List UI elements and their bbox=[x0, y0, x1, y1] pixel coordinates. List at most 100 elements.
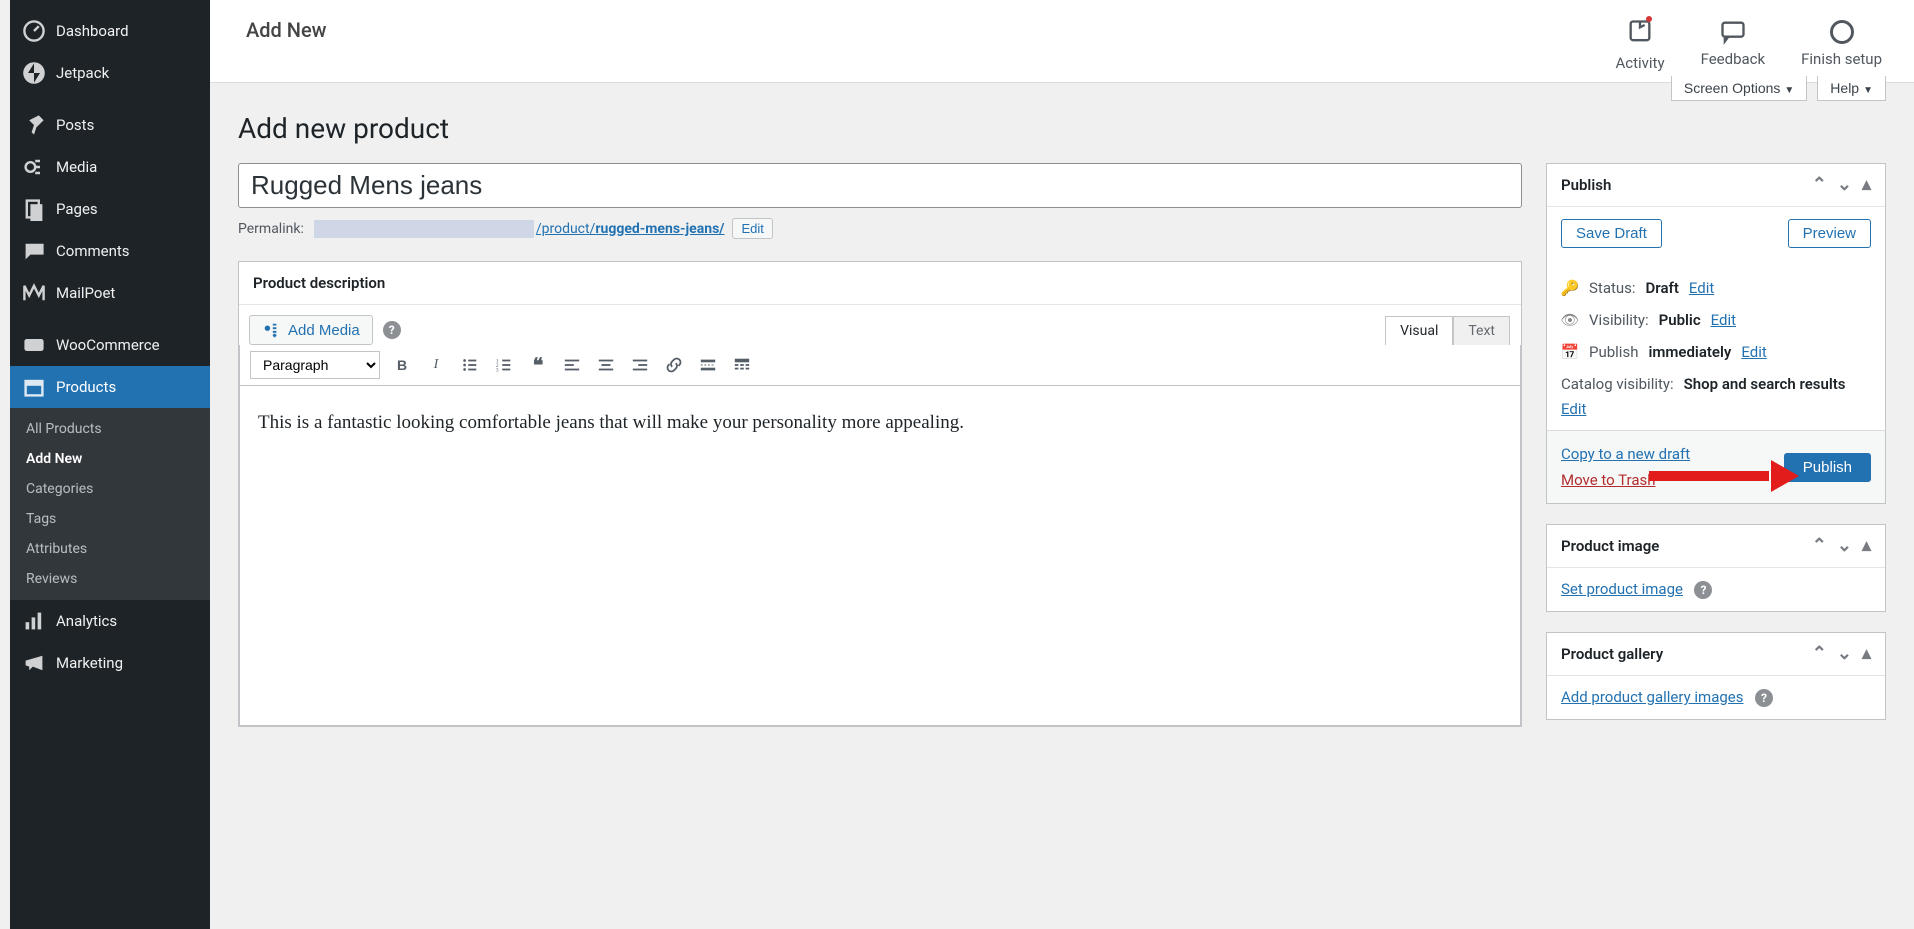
feedback-label: Feedback bbox=[1701, 50, 1766, 68]
copy-draft-link[interactable]: Copy to a new draft bbox=[1561, 445, 1690, 463]
jetpack-icon bbox=[22, 61, 46, 85]
media-icon bbox=[262, 321, 280, 339]
menu-mailpoet[interactable]: MailPoet bbox=[10, 272, 210, 314]
menu-posts[interactable]: Posts bbox=[10, 104, 210, 146]
quote-button[interactable]: ❝ bbox=[526, 353, 550, 377]
topbar: Add New Activity Feedback Finish setup bbox=[210, 0, 1914, 83]
permalink-domain-redacted bbox=[314, 220, 534, 238]
submenu-attributes[interactable]: Attributes bbox=[10, 534, 210, 564]
menu-label: MailPoet bbox=[56, 284, 115, 302]
permalink-row: Permalink: /product/rugged-mens-jeans/ E… bbox=[238, 208, 1522, 261]
link-button[interactable] bbox=[662, 353, 686, 377]
finish-setup-label: Finish setup bbox=[1801, 50, 1882, 68]
align-center-button[interactable] bbox=[594, 353, 618, 377]
pages-icon bbox=[22, 197, 46, 221]
numbered-list-button[interactable]: 123 bbox=[492, 353, 516, 377]
menu-label: Pages bbox=[56, 200, 98, 218]
menu-products[interactable]: Products bbox=[10, 366, 210, 408]
menu-label: Marketing bbox=[56, 654, 123, 672]
submenu-tags[interactable]: Tags bbox=[10, 504, 210, 534]
menu-label: Posts bbox=[56, 116, 94, 134]
move-up-icon[interactable]: ⌃ bbox=[1812, 537, 1827, 555]
format-select[interactable]: Paragraph bbox=[250, 351, 380, 379]
submenu-add-new[interactable]: Add New bbox=[10, 444, 210, 474]
bullet-list-button[interactable] bbox=[458, 353, 482, 377]
move-trash-link[interactable]: Move to Trash bbox=[1561, 471, 1690, 489]
edit-status-link[interactable]: Edit bbox=[1689, 279, 1714, 297]
key-icon: 🔑 bbox=[1561, 279, 1579, 297]
products-submenu: All Products Add New Categories Tags Att… bbox=[10, 408, 210, 600]
mailpoet-icon bbox=[22, 281, 46, 305]
help-icon[interactable]: ? bbox=[383, 321, 401, 339]
product-gallery-box: Product gallery ⌃ ⌄ ▴ Add product galler… bbox=[1546, 632, 1886, 720]
finish-setup-button[interactable]: Finish setup bbox=[1801, 18, 1882, 72]
feedback-button[interactable]: Feedback bbox=[1701, 18, 1766, 72]
collapse-icon[interactable]: ▴ bbox=[1862, 176, 1871, 194]
woocommerce-icon bbox=[22, 333, 46, 357]
megaphone-icon bbox=[22, 651, 46, 675]
product-image-title: Product image bbox=[1561, 537, 1659, 555]
product-gallery-title: Product gallery bbox=[1561, 645, 1663, 663]
read-more-button[interactable] bbox=[696, 353, 720, 377]
italic-button[interactable]: I bbox=[424, 353, 448, 377]
submenu-all-products[interactable]: All Products bbox=[10, 414, 210, 444]
screen-options-button[interactable]: Screen Options▼ bbox=[1671, 76, 1807, 101]
preview-button[interactable]: Preview bbox=[1788, 219, 1871, 248]
add-gallery-images-link[interactable]: Add product gallery images bbox=[1561, 688, 1744, 706]
save-draft-button[interactable]: Save Draft bbox=[1561, 219, 1662, 248]
move-up-icon[interactable]: ⌃ bbox=[1812, 176, 1827, 194]
menu-woocommerce[interactable]: WooCommerce bbox=[10, 324, 210, 366]
menu-label: Dashboard bbox=[56, 22, 129, 40]
product-title-input[interactable] bbox=[238, 163, 1522, 208]
help-icon[interactable]: ? bbox=[1694, 581, 1712, 599]
menu-label: Comments bbox=[56, 242, 130, 260]
move-up-icon[interactable]: ⌃ bbox=[1812, 645, 1827, 663]
submenu-reviews[interactable]: Reviews bbox=[10, 564, 210, 594]
menu-label: Jetpack bbox=[56, 64, 109, 82]
analytics-icon bbox=[22, 609, 46, 633]
align-left-button[interactable] bbox=[560, 353, 584, 377]
menu-label: Media bbox=[56, 158, 97, 176]
edit-publish-date-link[interactable]: Edit bbox=[1741, 343, 1766, 361]
move-down-icon[interactable]: ⌄ bbox=[1837, 176, 1852, 194]
set-product-image-link[interactable]: Set product image bbox=[1561, 580, 1683, 598]
dashboard-icon bbox=[22, 19, 46, 43]
publish-button[interactable]: Publish bbox=[1784, 453, 1871, 482]
calendar-icon: 📅 bbox=[1561, 343, 1579, 361]
media-icon bbox=[22, 155, 46, 179]
activity-button[interactable]: Activity bbox=[1615, 18, 1664, 72]
svg-text:3: 3 bbox=[496, 367, 499, 373]
menu-comments[interactable]: Comments bbox=[10, 230, 210, 272]
menu-pages[interactable]: Pages bbox=[10, 188, 210, 230]
activity-label: Activity bbox=[1615, 54, 1664, 72]
help-icon[interactable]: ? bbox=[1755, 689, 1773, 707]
help-button[interactable]: Help▼ bbox=[1817, 76, 1886, 101]
permalink-path[interactable]: /product/rugged-mens-jeans/ bbox=[536, 221, 725, 237]
menu-marketing[interactable]: Marketing bbox=[10, 642, 210, 684]
collapse-icon[interactable]: ▴ bbox=[1862, 537, 1871, 555]
edit-visibility-link[interactable]: Edit bbox=[1711, 311, 1736, 329]
visual-tab[interactable]: Visual bbox=[1385, 316, 1453, 345]
add-media-button[interactable]: Add Media bbox=[249, 315, 373, 345]
topbar-title: Add New bbox=[246, 18, 327, 42]
move-down-icon[interactable]: ⌄ bbox=[1837, 645, 1852, 663]
text-tab[interactable]: Text bbox=[1453, 316, 1510, 345]
permalink-edit-button[interactable]: Edit bbox=[732, 218, 772, 239]
menu-dashboard[interactable]: Dashboard bbox=[10, 10, 210, 52]
align-right-button[interactable] bbox=[628, 353, 652, 377]
menu-analytics[interactable]: Analytics bbox=[10, 600, 210, 642]
menu-media[interactable]: Media bbox=[10, 146, 210, 188]
edit-catalog-link[interactable]: Edit bbox=[1561, 400, 1586, 418]
publish-box: Publish ⌃ ⌄ ▴ Save Draft Preview 🔑 bbox=[1546, 163, 1886, 504]
products-icon bbox=[22, 375, 46, 399]
notification-dot-icon bbox=[1646, 16, 1652, 22]
editor-toolbar: Paragraph B I 123 ❝ bbox=[239, 345, 1521, 386]
move-down-icon[interactable]: ⌄ bbox=[1837, 537, 1852, 555]
submenu-categories[interactable]: Categories bbox=[10, 474, 210, 504]
bold-button[interactable]: B bbox=[390, 353, 414, 377]
toolbar-toggle-button[interactable] bbox=[730, 353, 754, 377]
menu-jetpack[interactable]: Jetpack bbox=[10, 52, 210, 94]
editor-content[interactable]: This is a fantastic looking comfortable … bbox=[239, 386, 1521, 726]
permalink-label: Permalink: bbox=[238, 221, 304, 237]
collapse-icon[interactable]: ▴ bbox=[1862, 645, 1871, 663]
